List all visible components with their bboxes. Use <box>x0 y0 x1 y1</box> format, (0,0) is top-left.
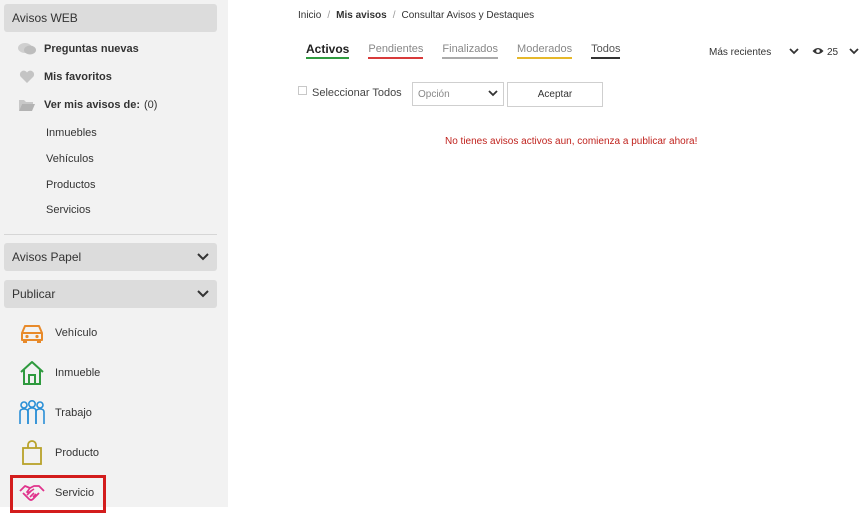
empty-state-message: No tienes avisos activos aun, comienza a… <box>445 136 698 147</box>
sidebar-subitem-productos[interactable]: Productos <box>46 179 96 191</box>
sidebar-item-ver-avisos[interactable]: Ver mis avisos de: (0) <box>18 98 157 112</box>
section-header-avisos-papel[interactable]: Avisos Papel <box>4 243 217 271</box>
sidebar-item-favoritos[interactable]: Mis favoritos <box>18 70 112 84</box>
sidebar-subitem-inmuebles[interactable]: Inmuebles <box>46 127 97 139</box>
select-all-label: Seleccionar Todos <box>312 87 402 99</box>
breadcrumb-home[interactable]: Inicio <box>298 10 321 21</box>
breadcrumb-separator: / <box>327 10 331 21</box>
folder-open-icon <box>18 98 36 112</box>
eye-icon <box>812 47 824 58</box>
select-all[interactable]: Seleccionar Todos <box>298 85 402 99</box>
breadcrumb-page: Consultar Avisos y Destaques <box>401 10 535 21</box>
publish-label: Vehículo <box>55 327 98 339</box>
sidebar-item-preguntas[interactable]: Preguntas nuevas <box>18 42 139 56</box>
publish-producto[interactable]: Producto <box>18 437 208 469</box>
publish-label: Inmueble <box>55 367 101 379</box>
car-icon <box>18 319 46 347</box>
chevron-down-icon <box>197 288 209 300</box>
tab-finalizados[interactable]: Finalizados <box>442 43 499 59</box>
tab-todos[interactable]: Todos <box>591 43 621 59</box>
publish-label: Producto <box>55 447 100 459</box>
per-page-dropdown[interactable]: 25 <box>812 47 859 58</box>
shopping-bag-icon <box>18 439 46 467</box>
people-icon <box>18 399 46 427</box>
breadcrumb-current[interactable]: Mis avisos <box>336 10 387 21</box>
sidebar-item-label: Mis favoritos <box>44 71 112 83</box>
publish-trabajo[interactable]: Trabajo <box>18 397 208 429</box>
sidebar: Avisos WEB Preguntas nuevas Mis favorito… <box>0 0 228 507</box>
status-tabs: Activos Pendientes Finalizados Moderados… <box>306 42 639 59</box>
select-placeholder: Opción <box>418 88 450 100</box>
tab-moderados[interactable]: Moderados <box>517 43 573 59</box>
sidebar-subitem-servicios[interactable]: Servicios <box>46 204 91 216</box>
section-header-avisos-web[interactable]: Avisos WEB <box>4 4 217 32</box>
avisos-count: (0) <box>144 99 158 111</box>
bulk-action-select[interactable]: Opción <box>412 82 504 106</box>
sidebar-subitem-vehiculos[interactable]: Vehículos <box>46 153 94 165</box>
sort-label: Más recientes <box>709 47 772 58</box>
accept-button[interactable]: Aceptar <box>507 82 603 107</box>
section-title: Avisos WEB <box>12 11 78 25</box>
tab-pendientes[interactable]: Pendientes <box>368 43 424 59</box>
section-header-publicar[interactable]: Publicar <box>4 280 217 308</box>
chevron-down-icon <box>197 251 209 263</box>
section-title: Publicar <box>12 287 56 301</box>
publish-vehiculo[interactable]: Vehículo <box>18 317 208 349</box>
chevron-down-icon <box>849 47 859 58</box>
highlight-box <box>10 475 106 513</box>
breadcrumb-separator: / <box>392 10 396 21</box>
publish-label: Trabajo <box>55 407 92 419</box>
sort-dropdown[interactable]: Más recientes <box>709 47 799 58</box>
chat-bubble-icon <box>18 42 36 56</box>
tab-activos[interactable]: Activos <box>306 42 350 59</box>
divider <box>4 234 217 235</box>
section-title: Avisos Papel <box>12 250 82 264</box>
per-page-count: 25 <box>827 47 839 58</box>
chevron-down-icon <box>488 89 498 100</box>
sidebar-item-label: Ver mis avisos de: <box>44 99 140 111</box>
house-icon <box>18 359 46 387</box>
chevron-down-icon <box>789 47 799 58</box>
publish-inmueble[interactable]: Inmueble <box>18 357 208 389</box>
heart-icon <box>18 70 36 84</box>
sidebar-item-label: Preguntas nuevas <box>44 43 139 55</box>
breadcrumb: Inicio / Mis avisos / Consultar Avisos y… <box>298 10 534 21</box>
select-all-checkbox[interactable] <box>298 85 307 95</box>
